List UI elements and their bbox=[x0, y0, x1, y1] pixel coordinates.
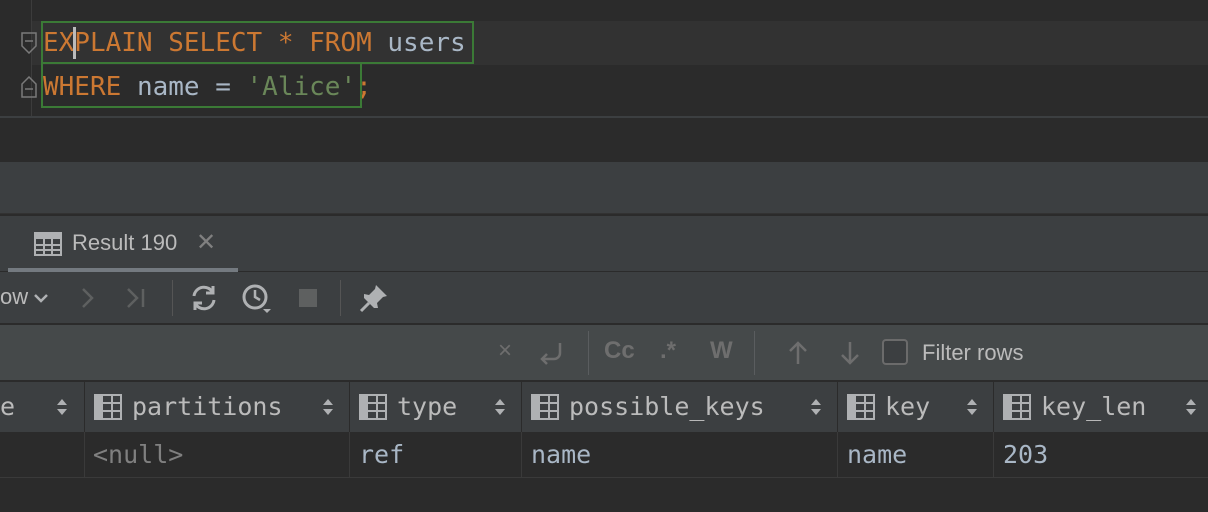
cell-value: name bbox=[531, 440, 592, 469]
sort-icon[interactable] bbox=[810, 396, 822, 418]
cell-value: 203 bbox=[1003, 440, 1049, 469]
table-cell[interactable] bbox=[0, 432, 85, 478]
sql-editor[interactable]: EXPLAIN SELECT * FROM users WHERE name =… bbox=[0, 0, 1208, 116]
keyword-where: WHERE bbox=[43, 72, 122, 102]
regex-toggle[interactable]: .* bbox=[660, 337, 676, 365]
table-row[interactable]: <null> ref name name 203 bbox=[0, 432, 1208, 478]
cell-value: ref bbox=[359, 440, 405, 469]
table-icon bbox=[34, 232, 62, 256]
page-size-label[interactable]: ow bbox=[0, 284, 28, 310]
column-header-label: key_len bbox=[1041, 392, 1147, 421]
history-icon[interactable] bbox=[240, 282, 272, 314]
sort-icon[interactable] bbox=[966, 396, 978, 418]
column-name: name bbox=[136, 72, 200, 102]
clear-filter-icon[interactable]: × bbox=[498, 337, 512, 365]
chevron-down-icon[interactable] bbox=[30, 286, 52, 310]
filter-bar: × Cc .* W Filter rows bbox=[0, 325, 1208, 381]
column-header[interactable]: possible_keys bbox=[523, 382, 838, 432]
arrow-down-icon[interactable] bbox=[834, 337, 866, 369]
select-star: * bbox=[277, 28, 294, 58]
column-header-label: type bbox=[397, 392, 458, 421]
match-case-toggle[interactable]: Cc bbox=[604, 337, 635, 365]
filter-separator bbox=[754, 331, 755, 375]
column-header[interactable]: key bbox=[839, 382, 994, 432]
column-icon bbox=[359, 394, 387, 420]
code-line-1[interactable]: EXPLAIN SELECT * FROM users bbox=[32, 21, 1208, 65]
column-header[interactable]: e bbox=[0, 382, 85, 432]
fold-icon[interactable] bbox=[20, 75, 38, 98]
fold-icon[interactable] bbox=[20, 32, 38, 55]
table-cell[interactable]: <null> bbox=[86, 432, 350, 478]
editor-gutter bbox=[0, 0, 32, 116]
close-icon[interactable]: ✕ bbox=[196, 228, 216, 257]
tab-result-label: Result 190 bbox=[72, 230, 178, 255]
pin-icon[interactable] bbox=[358, 282, 390, 314]
arrow-up-icon[interactable] bbox=[782, 337, 814, 369]
editor-empty-area bbox=[0, 118, 1208, 162]
next-page-icon[interactable] bbox=[72, 282, 104, 314]
code-line-2[interactable]: WHERE name = 'Alice'; bbox=[32, 65, 1208, 109]
keyword-select: SELECT bbox=[168, 28, 263, 58]
grid-empty-area bbox=[0, 479, 1208, 512]
column-header[interactable]: type bbox=[351, 382, 522, 432]
column-icon bbox=[1003, 394, 1031, 420]
text-caret bbox=[73, 27, 76, 59]
table-cell[interactable]: name bbox=[523, 432, 838, 478]
column-header-label: e bbox=[0, 392, 16, 421]
results-tab-bar: Result 190 ✕ bbox=[0, 216, 1208, 272]
sort-icon[interactable] bbox=[56, 396, 68, 418]
services-panel-header bbox=[0, 162, 1208, 214]
column-icon bbox=[531, 394, 559, 420]
semicolon: ; bbox=[356, 72, 372, 102]
column-header-label: partitions bbox=[132, 392, 283, 421]
column-header-label: possible_keys bbox=[569, 392, 765, 421]
filter-rows-label: Filter rows bbox=[922, 340, 1024, 365]
results-toolbar: ow bbox=[0, 272, 1208, 324]
keyword-explain: EXPLAIN bbox=[43, 28, 153, 58]
toolbar-separator bbox=[340, 280, 341, 316]
code-line-2-text: WHERE name = 'Alice'; bbox=[43, 65, 372, 109]
filter-separator bbox=[588, 331, 589, 375]
toolbar-separator bbox=[172, 280, 173, 316]
undo-icon[interactable] bbox=[536, 337, 568, 369]
filter-rows-checkbox[interactable] bbox=[882, 339, 908, 365]
column-header-label: key bbox=[885, 392, 931, 421]
stop-icon[interactable] bbox=[292, 282, 324, 314]
refresh-icon[interactable] bbox=[188, 282, 220, 314]
table-cell[interactable]: ref bbox=[351, 432, 522, 478]
code-line-1-text: EXPLAIN SELECT * FROM users bbox=[43, 21, 466, 65]
sort-icon[interactable] bbox=[494, 396, 506, 418]
table-name: users bbox=[387, 28, 466, 58]
sort-icon[interactable] bbox=[322, 396, 334, 418]
cell-value: <null> bbox=[93, 440, 184, 469]
last-page-icon[interactable] bbox=[120, 282, 152, 314]
string-literal: 'Alice' bbox=[246, 72, 357, 102]
whole-words-toggle[interactable]: W bbox=[710, 337, 733, 365]
results-grid: e partitions type possible_keys key key_… bbox=[0, 382, 1208, 512]
table-cell[interactable]: name bbox=[839, 432, 994, 478]
column-icon bbox=[847, 394, 875, 420]
column-header[interactable]: key_len bbox=[995, 382, 1208, 432]
column-icon bbox=[94, 394, 122, 420]
tab-result[interactable]: Result 190 ✕ bbox=[8, 216, 238, 272]
keyword-from: FROM bbox=[309, 28, 372, 58]
sort-icon[interactable] bbox=[1185, 396, 1197, 418]
cell-value: name bbox=[847, 440, 908, 469]
table-cell[interactable]: 203 bbox=[995, 432, 1208, 478]
equals-operator: = bbox=[215, 72, 231, 102]
grid-header-row: e partitions type possible_keys key key_… bbox=[0, 382, 1208, 432]
column-header[interactable]: partitions bbox=[86, 382, 350, 432]
